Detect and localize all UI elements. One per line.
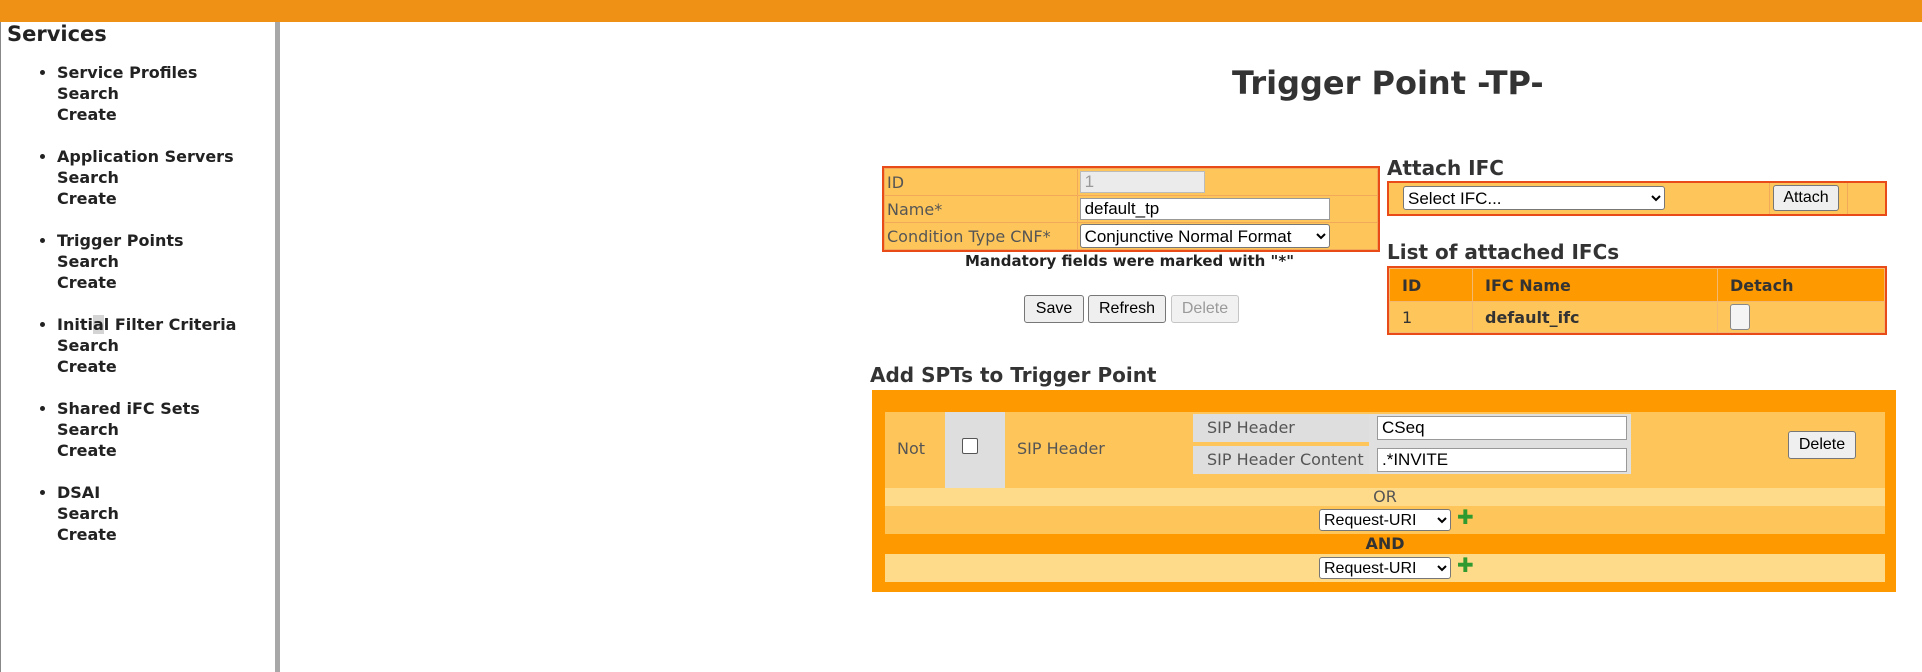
id-field <box>1079 171 1205 193</box>
name-label: Name* <box>884 195 1078 223</box>
text-cursor-highlight: a <box>92 315 104 334</box>
sip-header-label: SIP Header <box>1193 414 1369 442</box>
shared-ifc-sets-search-link[interactable]: Search <box>57 419 277 440</box>
sidebar-group-service-profiles: Service Profiles Search Create <box>57 62 277 125</box>
attached-ifcs-table: ID IFC Name Detach 1 default_ifc <box>1387 266 1887 335</box>
application-servers-create-link[interactable]: Create <box>57 188 277 209</box>
sidebar-title: Services <box>7 22 107 46</box>
sidebar-menu: Service Profiles Search Create Applicati… <box>1 62 277 566</box>
table-header-row: ID IFC Name Detach <box>1389 268 1885 302</box>
table-row: 1 default_ifc <box>1389 301 1885 333</box>
not-checkbox[interactable] <box>962 438 978 454</box>
spt-delete-button[interactable]: Delete <box>1788 431 1856 459</box>
or-label: OR <box>1373 487 1397 506</box>
sidebar-group-label: Service Profiles <box>57 63 198 82</box>
attach-ifc-title: Attach IFC <box>1387 156 1504 180</box>
sidebar-group-label: Application Servers <box>57 147 234 166</box>
and-condition-select[interactable]: Request-URI <box>1319 557 1451 579</box>
sidebar-group-dsai: DSAI Search Create <box>57 482 277 545</box>
sip-header-content-input[interactable] <box>1377 448 1627 472</box>
ifc-id-cell: 1 <box>1389 301 1473 333</box>
divider <box>1769 183 1770 214</box>
divider <box>1847 183 1848 214</box>
spt-panel: Not SIP Header SIP Header SIP Header Con… <box>872 390 1896 592</box>
dsai-search-link[interactable]: Search <box>57 503 277 524</box>
id-label: ID <box>884 168 1078 196</box>
spt-type-label: SIP Header <box>1017 439 1105 458</box>
condition-type-label: Condition Type CNF* <box>884 222 1078 250</box>
trigger-points-search-link[interactable]: Search <box>57 251 277 272</box>
label-part: l Filter Criteria <box>103 315 237 334</box>
sidebar-group-label: DSAI <box>57 483 101 502</box>
or-condition-select[interactable]: Request-URI <box>1319 509 1451 531</box>
attached-ifcs-title: List of attached IFCs <box>1387 240 1620 264</box>
sidebar-group-shared-ifc-sets: Shared iFC Sets Search Create <box>57 398 277 461</box>
delete-button[interactable]: Delete <box>1171 295 1239 323</box>
condition-type-select[interactable]: Conjunctive Normal Format <box>1079 224 1330 248</box>
refresh-button[interactable]: Refresh <box>1088 295 1166 323</box>
and-label: AND <box>1365 534 1405 553</box>
application-servers-search-link[interactable]: Search <box>57 167 277 188</box>
sip-header-input[interactable] <box>1377 416 1627 440</box>
attach-ifc-panel: Select IFC... Attach <box>1387 181 1887 216</box>
dsai-create-link[interactable]: Create <box>57 524 277 545</box>
sip-header-content-label: SIP Header Content <box>1193 446 1369 474</box>
ifc-name-cell: default_ifc <box>1472 301 1718 333</box>
service-profiles-search-link[interactable]: Search <box>57 83 277 104</box>
page-title: Trigger Point -TP- <box>1232 64 1544 102</box>
sidebar-group-label: Initial Filter Criteria <box>57 315 236 334</box>
sidebar-group-label: Shared iFC Sets <box>57 399 200 418</box>
add-and-icon[interactable]: ✚ <box>1457 555 1474 575</box>
trigger-point-form: ID Name* Condition Type CNF* Conjunctive… <box>882 166 1380 252</box>
mandatory-note: Mandatory fields were marked with "*" <box>965 252 1295 270</box>
ifc-select[interactable]: Select IFC... <box>1403 186 1665 210</box>
shared-ifc-sets-create-link[interactable]: Create <box>57 440 277 461</box>
add-spts-title: Add SPTs to Trigger Point <box>870 363 1157 387</box>
top-bar <box>0 0 1922 22</box>
add-or-icon[interactable]: ✚ <box>1457 507 1474 527</box>
ifc-search-link[interactable]: Search <box>57 335 277 356</box>
sidebar-group-trigger-points: Trigger Points Search Create <box>57 230 277 293</box>
not-label: Not <box>897 439 926 458</box>
sidebar-group-label: Trigger Points <box>57 231 184 250</box>
service-profiles-create-link[interactable]: Create <box>57 104 277 125</box>
detach-button[interactable] <box>1730 304 1750 330</box>
ifc-create-link[interactable]: Create <box>57 356 277 377</box>
col-header-id: ID <box>1389 268 1473 302</box>
name-input[interactable] <box>1079 198 1330 220</box>
sidebar: Services Service Profiles Search Create … <box>0 22 280 672</box>
sidebar-group-initial-filter-criteria: Initial Filter Criteria Search Create <box>57 314 277 377</box>
col-header-ifc-name: IFC Name <box>1472 268 1718 302</box>
attach-button[interactable]: Attach <box>1773 185 1839 211</box>
save-button[interactable]: Save <box>1024 295 1084 323</box>
trigger-points-create-link[interactable]: Create <box>57 272 277 293</box>
spt-row: Not SIP Header SIP Header SIP Header Con… <box>885 412 1885 488</box>
label-part: Initi <box>57 315 93 334</box>
col-header-detach: Detach <box>1717 268 1885 302</box>
sidebar-group-application-servers: Application Servers Search Create <box>57 146 277 209</box>
